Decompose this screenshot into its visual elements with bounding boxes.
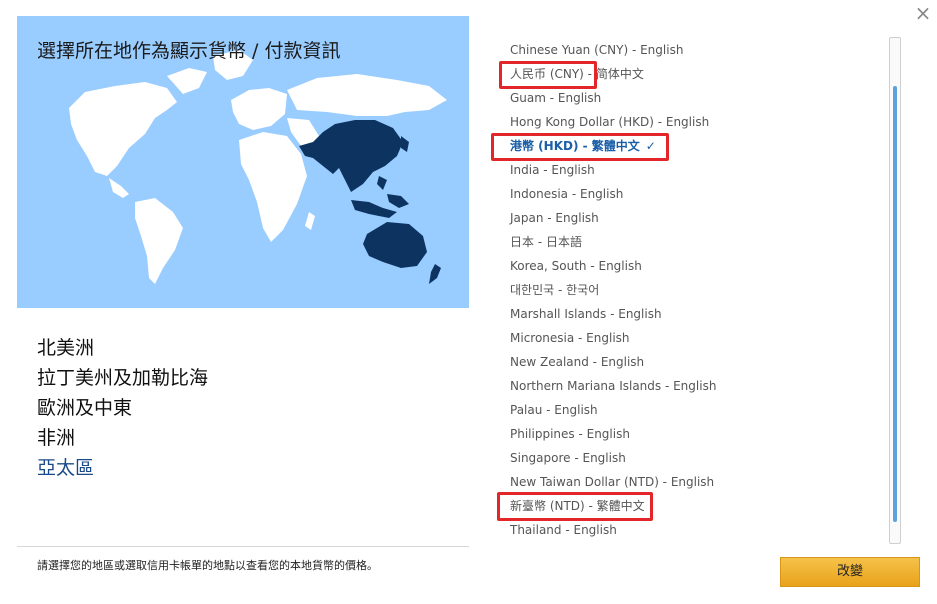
locale-option[interactable]: Korea, South - English [510,254,642,278]
locale-option-label: 港幣 (HKD) - 繁體中文 [510,139,640,153]
locale-option-selected[interactable]: 港幣 (HKD) - 繁體中文 ✓ [510,134,656,158]
locale-option[interactable]: Chinese Yuan (CNY) - English [510,38,683,62]
locale-option[interactable]: Micronesia - English [510,326,630,350]
locale-option[interactable]: Marshall Islands - English [510,302,662,326]
locale-option[interactable]: India - English [510,158,595,182]
region-africa[interactable]: 非洲 [37,423,208,453]
locale-list[interactable]: Chinese Yuan (CNY) - English 人民币 (CNY) -… [500,36,900,546]
locale-option[interactable]: 新臺幣 (NTD) - 繁體中文 [510,494,645,518]
scrollbar-thumb[interactable] [893,86,897,522]
locale-option[interactable]: Thailand - English [510,518,617,542]
close-icon[interactable]: × [912,2,934,24]
region-list: 北美洲 拉丁美州及加勒比海 歐洲及中東 非洲 亞太區 [37,333,208,483]
locale-option[interactable]: 人民币 (CNY) - 简体中文 [510,62,644,86]
locale-option[interactable]: Philippines - English [510,422,630,446]
locale-option[interactable]: Guam - English [510,86,601,110]
locale-option[interactable]: 대한민국 - 한국어 [510,278,599,302]
region-north-america[interactable]: 北美洲 [37,333,208,363]
locale-option[interactable]: Indonesia - English [510,182,623,206]
locale-option[interactable]: Singapore - English [510,446,626,470]
region-europe-middle-east[interactable]: 歐洲及中東 [37,393,208,423]
locale-option[interactable]: 日本 - 日本語 [510,230,582,254]
footer-note: 請選擇您的地區或選取信用卡帳單的地點以查看您的本地貨幣的價格。 [37,559,378,572]
region-latin-america[interactable]: 拉丁美州及加勒比海 [37,363,208,393]
region-asia-pacific[interactable]: 亞太區 [37,453,208,483]
locale-option[interactable]: Palau - English [510,398,598,422]
locale-option[interactable]: Northern Mariana Islands - English [510,374,716,398]
locale-option[interactable]: Japan - English [510,206,599,230]
map-title: 選擇所在地作為顯示貨幣 / 付款資訊 [37,40,341,62]
locale-option[interactable]: Hong Kong Dollar (HKD) - English [510,110,709,134]
locale-option[interactable]: New Zealand - English [510,350,644,374]
region-map: 選擇所在地作為顯示貨幣 / 付款資訊 [17,16,469,308]
locale-option[interactable]: New Taiwan Dollar (NTD) - English [510,470,714,494]
checkmark-icon: ✓ [645,139,656,153]
change-button[interactable]: 改變 [780,557,920,587]
divider [17,546,469,547]
